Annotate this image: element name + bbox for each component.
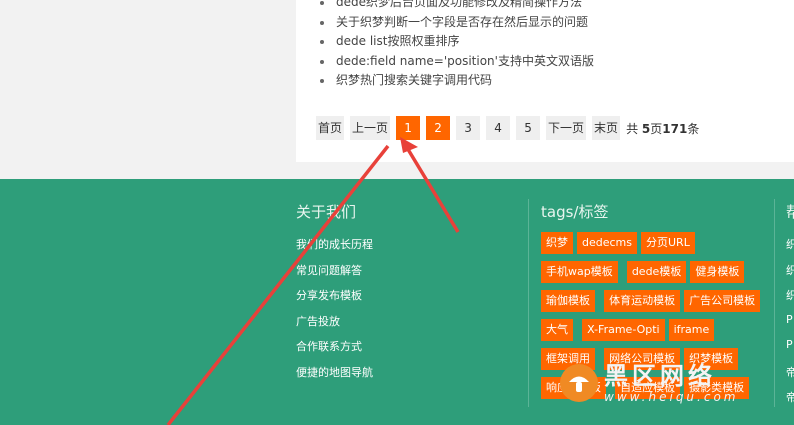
tag-link[interactable]: 分页URL xyxy=(641,232,695,254)
footer-divider xyxy=(774,199,775,407)
tag-link[interactable]: X-Frame-Opti xyxy=(582,319,665,341)
about-link[interactable]: 分享发布模板 xyxy=(296,287,373,313)
help-link[interactable]: 织 xyxy=(786,262,794,288)
total-pages: 5 xyxy=(641,121,651,136)
help-title: 帮 xyxy=(786,203,794,221)
about-links: 我们的成长历程 常见问题解答 分享发布模板 广告投放 合作联系方式 便捷的地图导… xyxy=(296,236,373,389)
related-article-link[interactable]: dede:field name='position'支持中英文双语版 xyxy=(316,52,594,72)
tag-link[interactable]: iframe xyxy=(668,319,715,341)
watermark-text: 黑区网络 www.heiqu.com xyxy=(604,362,738,404)
page-4-button[interactable]: 4 xyxy=(486,116,511,140)
first-page-button[interactable]: 首页 xyxy=(316,116,345,140)
about-link[interactable]: 我们的成长历程 xyxy=(296,236,373,262)
tags-title: tags/标签 xyxy=(541,203,609,221)
page-5-button[interactable]: 5 xyxy=(516,116,541,140)
tag-link[interactable]: 手机wap模板 xyxy=(541,261,618,283)
last-page-button[interactable]: 末页 xyxy=(592,116,621,140)
tag-link[interactable]: dede模板 xyxy=(626,261,687,283)
related-article-link[interactable]: 织梦热门搜索关键字调用代码 xyxy=(316,71,594,91)
total-prefix: 共 xyxy=(626,121,639,136)
total-suffix: 条 xyxy=(687,121,700,136)
pagination: 首页 上一页 1 2 3 4 5 下一页 末页 共 5页171条 xyxy=(316,116,699,140)
help-link[interactable]: 织 xyxy=(786,287,794,313)
watermark-title: 黑区网络 xyxy=(604,362,716,390)
mushroom-logo-icon xyxy=(560,364,598,402)
pagination-total: 共 5页171条 xyxy=(626,120,699,137)
tag-link[interactable]: 广告公司模板 xyxy=(684,290,761,312)
page-1-button[interactable]: 1 xyxy=(396,116,421,140)
tag-link[interactable]: 瑜伽模板 xyxy=(541,290,595,312)
page-3-button[interactable]: 3 xyxy=(456,116,481,140)
help-link[interactable]: 帝 xyxy=(786,389,794,415)
page-2-button[interactable]: 2 xyxy=(426,116,451,140)
help-link[interactable]: P xyxy=(786,338,794,364)
total-mid: 页 xyxy=(650,121,663,136)
related-article-link[interactable]: dede list按照权重排序 xyxy=(316,32,594,52)
next-page-button[interactable]: 下一页 xyxy=(546,116,587,140)
about-title: 关于我们 xyxy=(296,203,357,221)
about-link[interactable]: 便捷的地图导航 xyxy=(296,364,373,390)
tag-link[interactable]: 大气 xyxy=(541,319,573,341)
mushroom-logo-icon-svg xyxy=(569,376,589,392)
tag-link[interactable]: 健身模板 xyxy=(690,261,745,283)
about-link[interactable]: 常见问题解答 xyxy=(296,262,373,288)
watermark-url: www.heiqu.com xyxy=(604,390,739,404)
site-watermark: 黑区网络 www.heiqu.com xyxy=(560,362,738,404)
footer-divider xyxy=(528,199,529,407)
related-article-link[interactable]: dede织梦后台页面及功能修改及精简操作方法 xyxy=(316,0,594,13)
about-link[interactable]: 合作联系方式 xyxy=(296,338,373,364)
help-link[interactable]: 帝 xyxy=(786,364,794,390)
tag-link[interactable]: 织梦 xyxy=(541,232,573,254)
about-link[interactable]: 广告投放 xyxy=(296,313,373,339)
help-link[interactable]: 织 xyxy=(786,236,794,262)
related-article-link[interactable]: 关于织梦判断一个字段是否存在然后显示的问题 xyxy=(316,13,594,33)
tag-link[interactable]: dedecms xyxy=(577,232,637,254)
help-link[interactable]: P xyxy=(786,313,794,339)
prev-page-button[interactable]: 上一页 xyxy=(350,116,391,140)
tag-link[interactable]: 体育运动模板 xyxy=(604,290,681,312)
help-links: 织 织 织 P P 帝 帝 xyxy=(786,236,794,415)
article-content-card: dede织梦后台页面及功能修改及精简操作方法 关于织梦判断一个字段是否存在然后显… xyxy=(296,0,794,162)
total-records: 171 xyxy=(662,121,688,136)
related-articles-list: dede织梦后台页面及功能修改及精简操作方法 关于织梦判断一个字段是否存在然后显… xyxy=(316,0,594,91)
